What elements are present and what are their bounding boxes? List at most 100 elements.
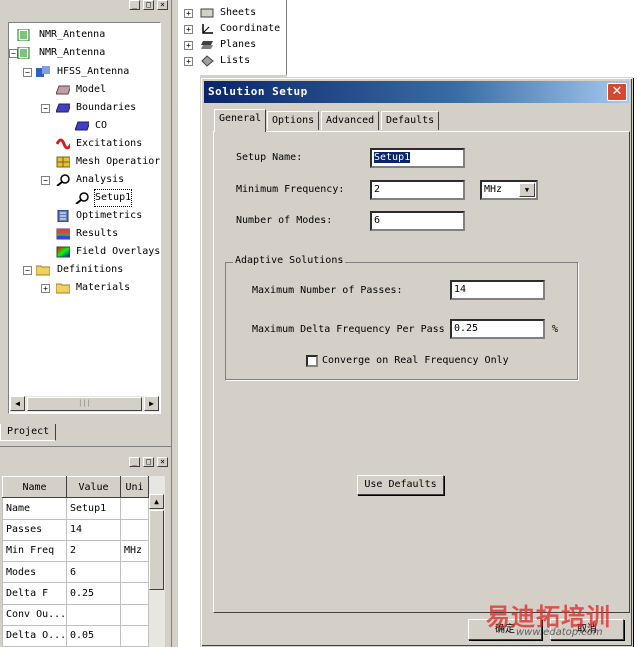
cancel-button[interactable]: 取消 <box>550 619 624 640</box>
scroll-left-icon[interactable]: ◀ <box>10 396 25 411</box>
adaptive-solutions-group: Adaptive Solutions Maximum Number of Pas… <box>225 255 578 380</box>
ok-button[interactable]: 确定 <box>468 619 542 640</box>
coordinate-system-icon <box>202 24 213 34</box>
expand-icon[interactable]: + <box>41 284 50 293</box>
project-manager-panel: _ □ × NMR_Antenna − NMR_Antenna − HFSS_A… <box>0 0 172 441</box>
modeler-canvas-left-strip <box>178 75 200 647</box>
solution-setup-dialog: Solution Setup ✕ General Options Advance… <box>200 77 633 647</box>
model-tree-label: Lists <box>220 55 251 66</box>
expand-icon[interactable]: + <box>184 41 193 50</box>
scroll-right-icon[interactable]: ▶ <box>144 396 159 411</box>
percent-unit-label: % <box>552 324 559 335</box>
close-button[interactable]: ✕ <box>607 83 627 101</box>
maximize-button[interactable]: □ <box>143 457 154 467</box>
scroll-thumb[interactable]: ||| <box>27 397 142 411</box>
property-name: Passes <box>2 518 67 541</box>
hfss-design-icon <box>36 66 50 77</box>
tab-options[interactable]: Options <box>267 111 320 130</box>
max-passes-label: Maximum Number of Passes: <box>252 285 403 296</box>
property-value[interactable]: 14 <box>66 518 121 541</box>
tab-general[interactable]: General <box>214 109 267 132</box>
converge-checkbox[interactable] <box>306 355 318 367</box>
property-unit: MHz <box>120 539 149 563</box>
sheet-icon <box>200 8 214 18</box>
dialog-title: Solution Setup <box>208 85 308 98</box>
project-tree: NMR_Antenna − NMR_Antenna − HFSS_Antenna… <box>8 22 161 414</box>
table-row[interactable]: Modes 6 <box>2 560 149 584</box>
number-of-modes-label: Number of Modes: <box>236 215 333 226</box>
max-delta-frequency-label: Maximum Delta Frequency Per Pass <box>252 324 445 335</box>
property-value[interactable]: 0.05 <box>66 624 121 647</box>
property-unit <box>120 560 149 584</box>
folder-icon <box>56 283 70 294</box>
group-title: Adaptive Solutions <box>233 255 346 266</box>
general-tab-panel: Setup Name: Setup1 Minimum Frequency: 2 … <box>213 131 630 613</box>
model-tree-label: Coordinate <box>220 23 281 34</box>
property-name: Conv Ou... <box>2 603 67 626</box>
property-name: Min Freq <box>2 539 67 563</box>
min-frequency-label: Minimum Frequency: <box>236 184 345 195</box>
column-header-name[interactable]: Name <box>2 475 67 499</box>
table-row[interactable]: Min Freq 2 MHz <box>2 539 149 563</box>
property-value[interactable]: 2 <box>66 539 121 563</box>
property-value[interactable]: 0.25 <box>66 582 121 605</box>
analysis-icon <box>56 174 70 186</box>
max-passes-input[interactable]: 14 <box>450 280 545 300</box>
model-tree-label: Sheets <box>220 7 257 18</box>
project-icon <box>17 47 30 59</box>
property-value[interactable] <box>66 603 121 626</box>
horizontal-scrollbar[interactable]: ◀ ||| ▶ <box>10 396 159 412</box>
expand-icon[interactable]: + <box>184 25 193 34</box>
collapse-icon[interactable]: − <box>41 104 50 113</box>
close-panel-button[interactable]: × <box>157 457 168 467</box>
property-name: Name <box>2 497 67 520</box>
dialog-title-bar[interactable]: Solution Setup ✕ <box>204 81 629 103</box>
collapse-icon[interactable]: − <box>41 176 50 185</box>
close-panel-button[interactable]: × <box>157 0 168 10</box>
table-row[interactable]: Conv Ou... <box>2 603 149 626</box>
property-name: Delta O... <box>2 624 67 647</box>
max-delta-frequency-input[interactable]: 0.25 <box>450 319 545 339</box>
minimize-button[interactable]: _ <box>129 0 140 10</box>
property-unit <box>120 518 149 541</box>
table-row[interactable]: Name Setup1 <box>2 497 149 520</box>
column-header-unit[interactable]: Uni <box>120 475 149 499</box>
vertical-divider <box>171 0 172 647</box>
tab-project[interactable]: Project <box>0 424 56 441</box>
number-of-modes-input[interactable]: 6 <box>370 211 465 231</box>
table-row[interactable]: Passes 14 <box>2 518 149 541</box>
collapse-icon[interactable]: − <box>23 266 32 275</box>
property-value[interactable]: 6 <box>66 560 121 584</box>
setup-name-input[interactable]: Setup1 <box>370 148 465 168</box>
chevron-down-icon[interactable]: ▼ <box>519 183 535 197</box>
use-defaults-button[interactable]: Use Defaults <box>357 475 444 495</box>
properties-table: Name Value Uni Name Setup1 Passes 14 Min… <box>2 475 149 647</box>
collapse-icon[interactable]: − <box>23 68 32 77</box>
table-header-row: Name Value Uni <box>2 475 149 499</box>
boundary-item-icon <box>75 121 89 131</box>
vertical-scrollbar[interactable]: ▲ <box>149 476 165 647</box>
maximize-button[interactable]: □ <box>143 0 154 10</box>
model-tree: + Sheets + Coordinate + Planes + Lists <box>178 0 287 75</box>
property-unit <box>120 624 149 647</box>
expand-icon[interactable]: + <box>184 9 193 18</box>
lists-icon <box>201 55 214 67</box>
frequency-unit-select[interactable]: MHz ▼ <box>480 180 538 200</box>
table-row[interactable]: Delta F 0.25 <box>2 582 149 605</box>
property-unit <box>120 603 149 626</box>
tab-defaults[interactable]: Defaults <box>381 111 440 130</box>
frequency-unit-value: MHz <box>484 184 503 195</box>
excitations-icon <box>56 138 70 150</box>
column-header-value[interactable]: Value <box>66 475 121 499</box>
tab-advanced[interactable]: Advanced <box>321 111 380 130</box>
field-overlays-icon <box>56 246 70 258</box>
table-row[interactable]: Delta O... 0.05 <box>2 624 149 647</box>
property-value[interactable]: Setup1 <box>66 497 121 520</box>
results-icon <box>56 228 70 240</box>
minimize-button[interactable]: _ <box>129 457 140 467</box>
scroll-up-icon[interactable]: ▲ <box>149 494 164 509</box>
expand-icon[interactable]: + <box>184 57 193 66</box>
scroll-thumb[interactable] <box>149 510 164 590</box>
property-name: Modes <box>2 560 67 584</box>
min-frequency-input[interactable]: 2 <box>370 180 465 200</box>
